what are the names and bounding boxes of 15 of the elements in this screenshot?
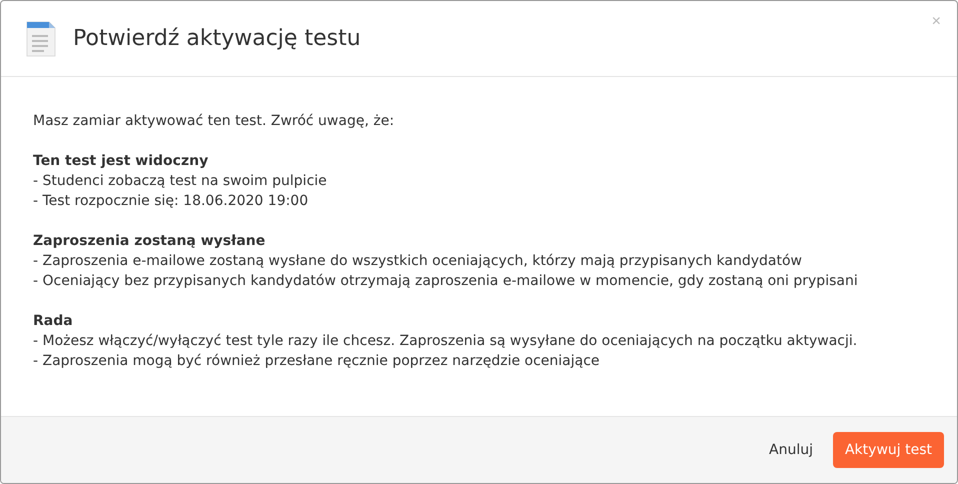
section-heading: Ten test jest widoczny xyxy=(33,152,210,171)
bullet-text: - Studenci zobaczą test na swoim pulpicie xyxy=(33,172,328,191)
bullet-text: - Możesz włączyć/wyłączyć test tyle razy ile chcesz. Zaproszenia są wysyłane do oceniających na początku aktywacji. xyxy=(33,332,858,351)
cancel-button[interactable]: Anuluj xyxy=(769,432,813,468)
bullet-text: - Test rozpocznie się: 18.06.2020 19:00 xyxy=(33,192,310,211)
bullet-text: - Zaproszenia e-mailowe zostaną wysłane do wszystkich oceniających, którzy mają przypisanych kandydatów xyxy=(33,252,803,271)
intro-text: Masz zamiar aktywować ten test. Zwróć uwagę, że: xyxy=(33,112,396,131)
document-icon xyxy=(25,20,57,58)
dialog-title: Potwierdź aktywację testu xyxy=(73,26,361,51)
activate-button[interactable]: Aktywuj test xyxy=(832,432,944,468)
bullet-text: - Oceniający bez przypisanych kandydatów otrzymają zaproszenia e-mailowe w momencie, gdy zostaną oni prypisani xyxy=(33,272,859,291)
close-button[interactable]: × xyxy=(932,13,941,31)
section-heading: Zaproszenia zostaną wysłane xyxy=(33,232,266,251)
bullet-text: - Zaproszenia mogą być również przesłane ręcznie poprzez narzędzie oceniające xyxy=(33,352,601,371)
section-heading: Rada xyxy=(33,312,74,331)
